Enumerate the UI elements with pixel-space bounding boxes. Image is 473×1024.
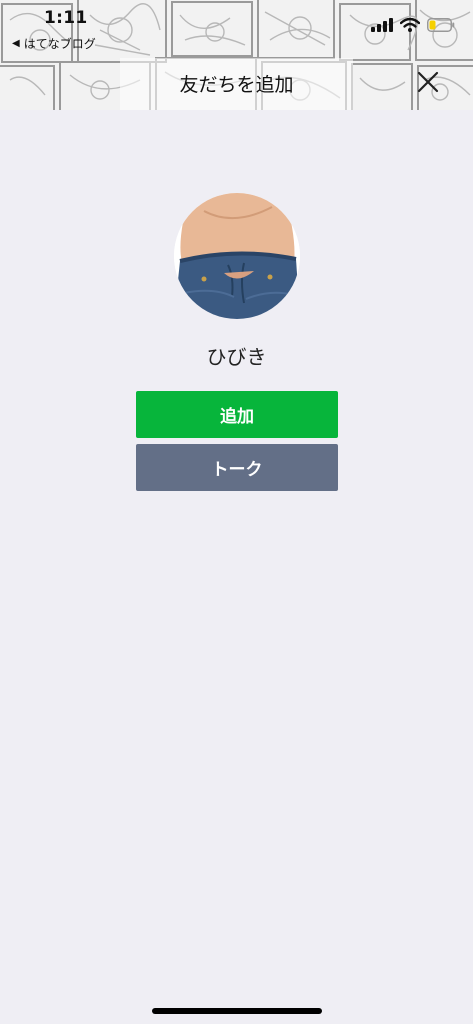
close-button[interactable] xyxy=(412,66,444,98)
page-title: 友だちを追加 xyxy=(179,74,294,96)
close-icon xyxy=(417,71,439,93)
avatar xyxy=(174,193,300,319)
battery-icon xyxy=(427,18,455,32)
header: 1:11 ◀ はてなブログ 友だちを追加 xyxy=(0,0,473,110)
back-app-label: はてなブログ xyxy=(23,37,96,51)
status-bar: 1:11 ◀ はてなブログ xyxy=(0,0,473,56)
back-to-app-link[interactable]: ◀ はてなブログ xyxy=(12,35,96,52)
wifi-icon xyxy=(400,18,420,32)
system-icons xyxy=(371,18,455,32)
add-friend-button[interactable]: 追加 xyxy=(136,391,338,438)
friend-name: ひびき xyxy=(206,345,267,369)
home-indicator[interactable] xyxy=(152,1008,322,1014)
status-time: 1:11 xyxy=(44,8,88,28)
talk-button[interactable]: トーク xyxy=(136,444,338,491)
signal-icon xyxy=(371,18,393,32)
avatar-photo xyxy=(174,193,300,319)
back-arrow-icon: ◀ xyxy=(12,38,20,49)
